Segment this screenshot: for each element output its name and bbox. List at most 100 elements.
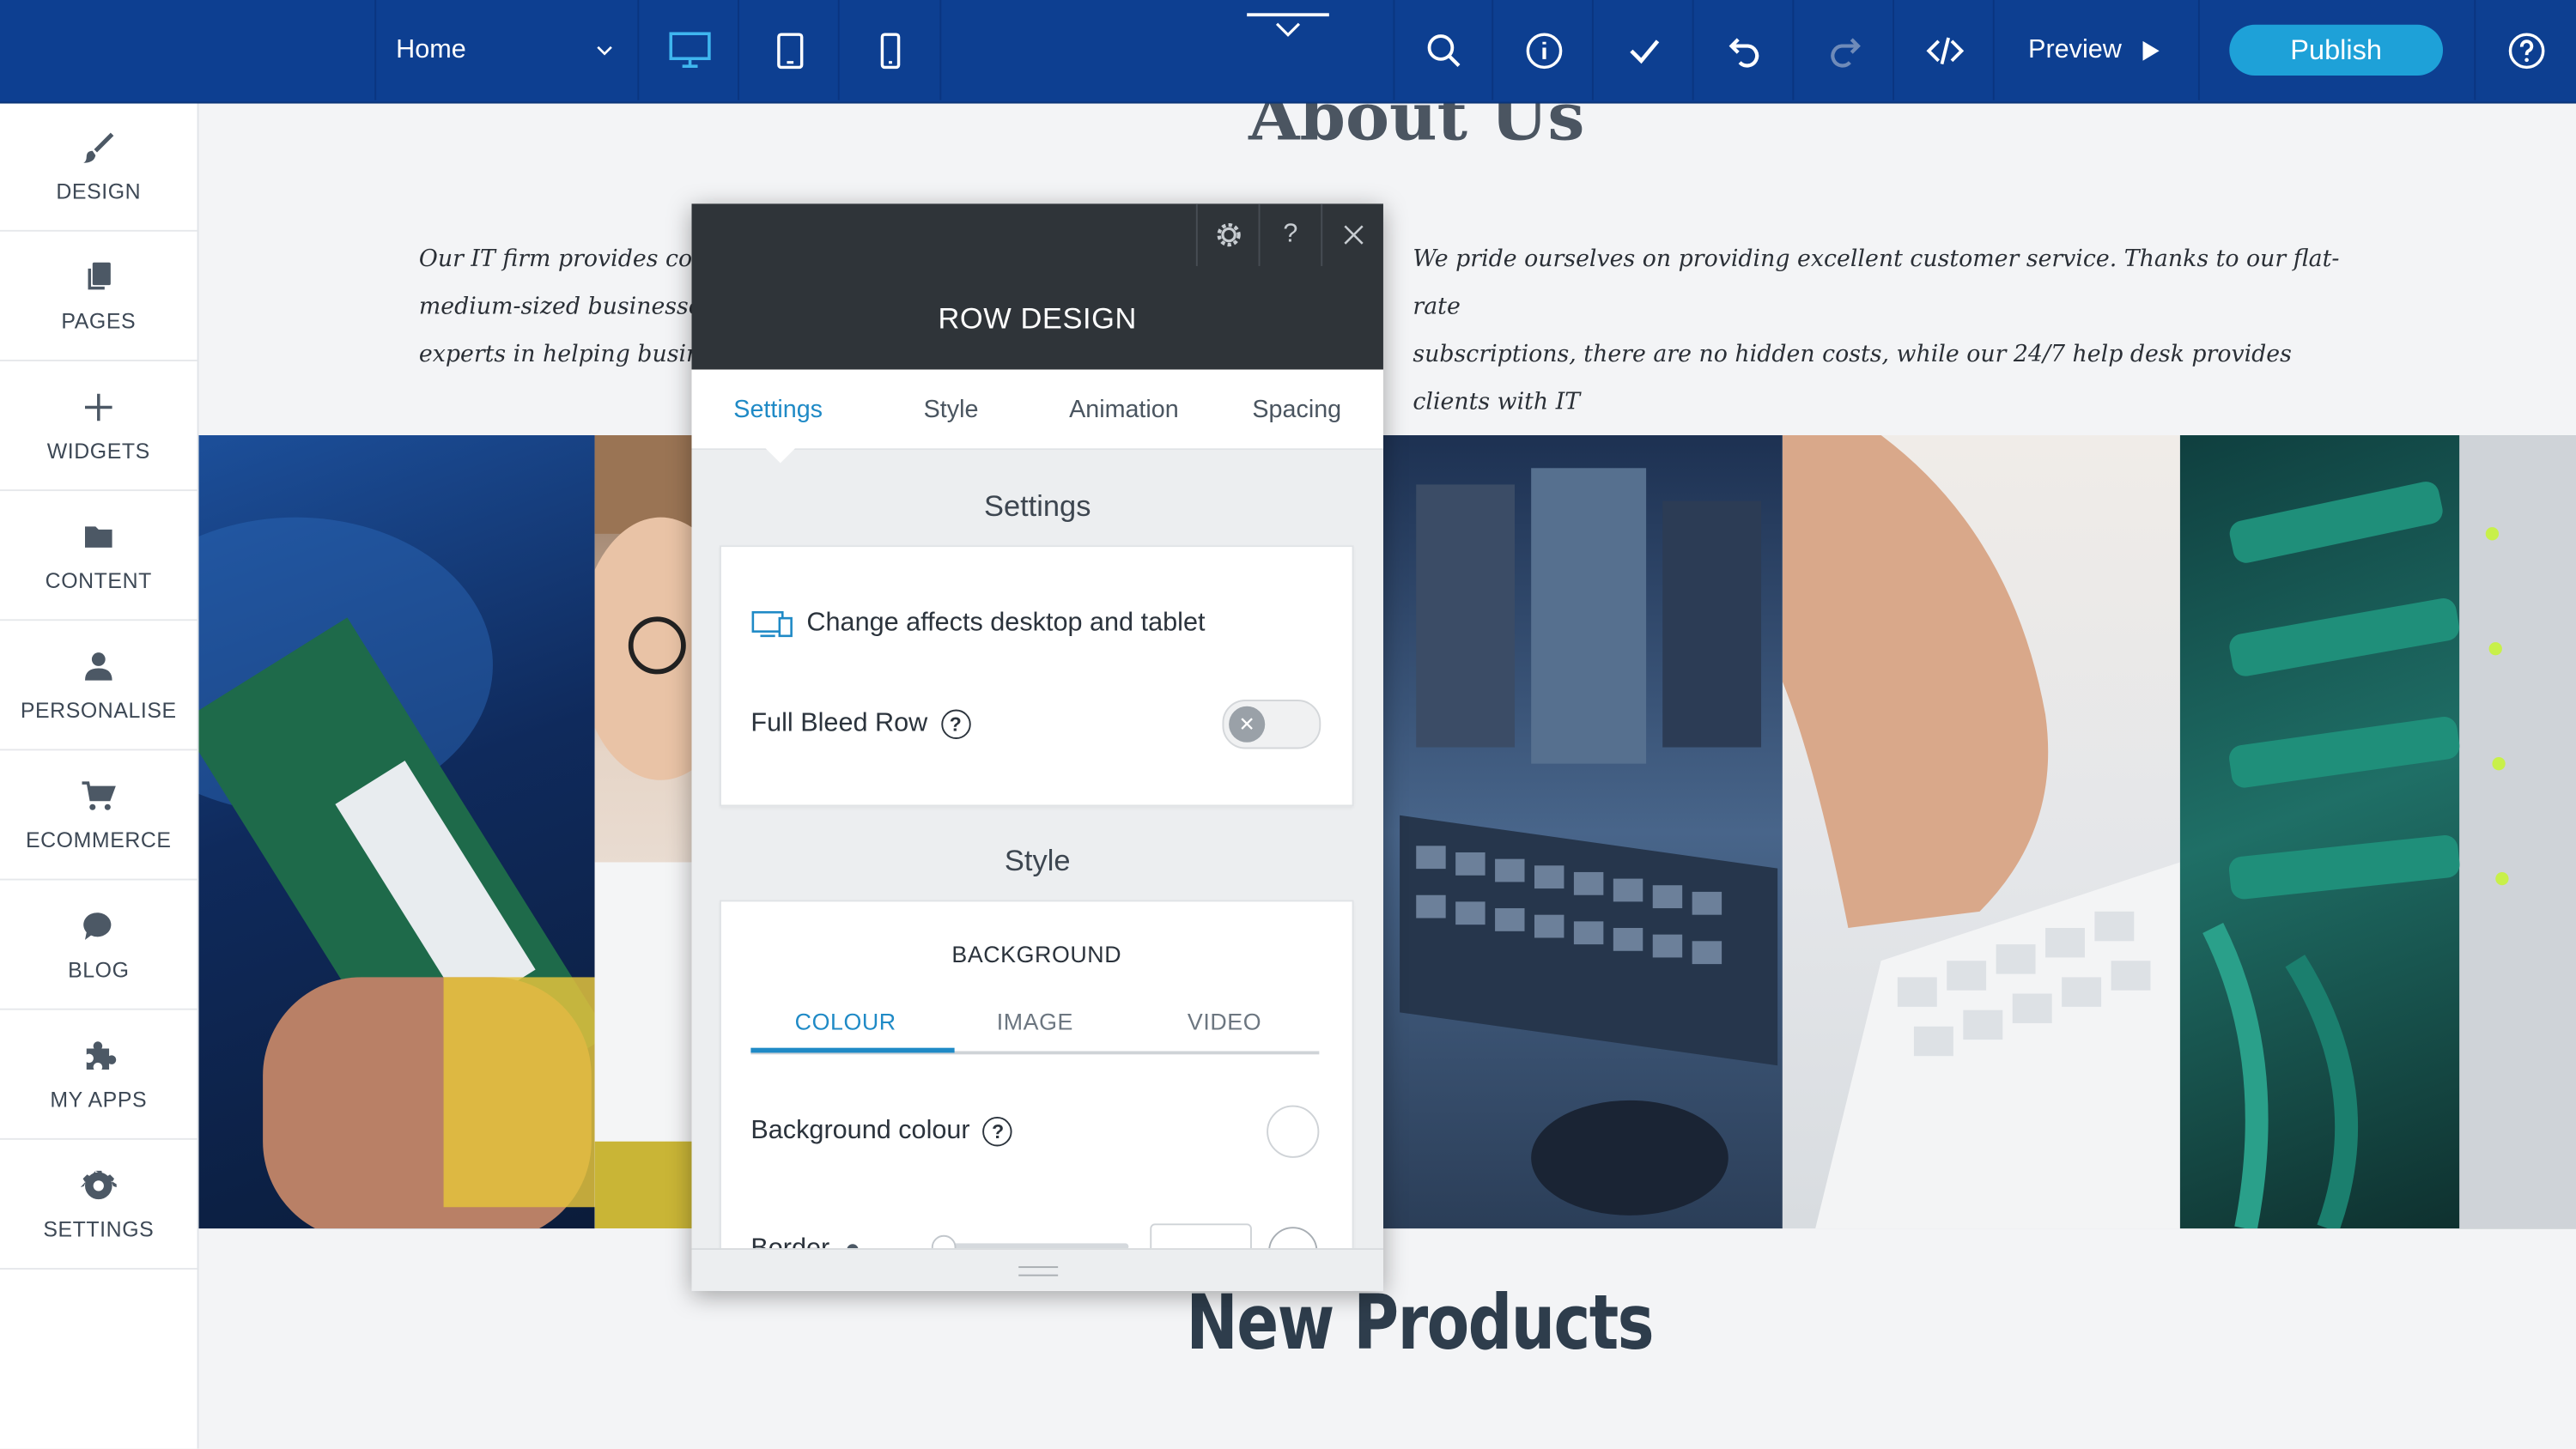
desktop-view-button[interactable] — [637, 0, 739, 100]
row-design-dialog: ? ROW DESIGN Settings Style Animation Sp… — [691, 203, 1383, 1291]
gallery-photo-network-cables[interactable] — [2179, 435, 2576, 1229]
sidebar-item-blog[interactable]: BLOG — [0, 881, 197, 1010]
settings-card: Change affects desktop and tablet Full B… — [720, 545, 1354, 807]
tab-style[interactable]: Style — [865, 369, 1037, 448]
background-card: BACKGROUND COLOUR IMAGE VIDEO Background… — [720, 900, 1354, 1291]
about-left-text: Our IT firm provides co medium-sized bus… — [419, 237, 698, 379]
dialog-header-icons: ? — [1195, 203, 1383, 266]
full-bleed-toggle[interactable]: ✕ — [1222, 700, 1321, 749]
person-photo-image — [594, 435, 694, 1229]
new-products-heading: New Products — [1186, 1277, 1654, 1367]
info-icon — [1525, 32, 1562, 69]
sidebar-item-personalise[interactable]: PERSONALISE — [0, 621, 197, 751]
grip-icon — [1018, 1266, 1058, 1276]
tablet-view-button[interactable] — [738, 0, 840, 100]
sidebar-item-content[interactable]: CONTENT — [0, 491, 197, 621]
dialog-help-button[interactable]: ? — [1258, 203, 1321, 266]
check-icon — [1629, 39, 1659, 64]
dialog-close-button[interactable] — [1321, 203, 1383, 266]
undo-icon — [1728, 37, 1759, 67]
preview-label: Preview — [2028, 35, 2122, 64]
page-select-value: Home — [396, 35, 466, 64]
image-gallery-row[interactable] — [197, 435, 2576, 1229]
plus-icon — [85, 392, 112, 421]
device-note-row: Change affects desktop and tablet — [750, 609, 1205, 639]
gallery-photo-typing[interactable] — [1782, 435, 2180, 1229]
sidebar-item-label: ECOMMERCE — [25, 827, 172, 852]
preview-button[interactable]: Preview — [1992, 0, 2200, 100]
gallery-photo-keyboards[interactable] — [1382, 435, 1783, 1229]
puzzle-icon — [86, 1040, 117, 1070]
sidebar-item-label: PAGES — [61, 307, 137, 333]
save-check-button[interactable] — [1591, 0, 1694, 100]
background-colour-row: Background colour ? — [750, 1117, 1013, 1147]
text-line: experts in helping businesses — [418, 341, 699, 368]
publish-label: Publish — [2290, 33, 2383, 65]
bg-tab-colour[interactable]: COLOUR — [750, 1009, 940, 1052]
mobile-icon — [879, 32, 900, 69]
gallery-photo-memory-chip[interactable] — [197, 435, 595, 1229]
help-icon[interactable]: ? — [940, 709, 970, 739]
gallery-photo-person[interactable] — [594, 435, 694, 1229]
sidebar-item-label: MY APPS — [50, 1086, 148, 1112]
collapse-toolbar-handle[interactable] — [1247, 0, 1329, 59]
play-icon — [2143, 39, 2160, 60]
brush-icon — [83, 131, 114, 162]
bg-tab-image[interactable]: IMAGE — [940, 1009, 1130, 1052]
text-line: Our IT firm provides co — [418, 246, 693, 273]
dialog-resize-handle[interactable] — [691, 1248, 1383, 1291]
tab-animation[interactable]: Animation — [1037, 369, 1210, 448]
memory-chip-image — [197, 517, 595, 1229]
tab-spacing[interactable]: Spacing — [1211, 369, 1383, 448]
close-icon: ✕ — [1229, 706, 1266, 743]
network-cables-image — [2202, 435, 2576, 1229]
sidebar-item-widgets[interactable]: WIDGETS — [0, 361, 197, 492]
chevron-down-icon — [597, 45, 612, 55]
redo-button[interactable] — [1792, 0, 1894, 100]
background-colour-picker[interactable] — [1267, 1105, 1320, 1158]
sidebar-item-settings[interactable]: SETTINGS — [0, 1140, 197, 1270]
sidebar-item-ecommerce[interactable]: ECOMMERCE — [0, 750, 197, 881]
text-line: We pride ourselves on providing excellen… — [1413, 246, 2340, 321]
page-selector[interactable]: Home — [374, 0, 635, 100]
gear-icon — [80, 1169, 117, 1199]
redo-icon — [1830, 37, 1860, 67]
left-sidebar: DESIGN PAGES WIDGETS CONTENT PERSONALISE… — [0, 101, 199, 1449]
sidebar-item-pages[interactable]: PAGES — [0, 232, 197, 361]
background-colour-label: Background colour — [750, 1117, 970, 1145]
active-tab-caret — [763, 446, 797, 464]
info-button[interactable] — [1492, 0, 1594, 100]
search-button[interactable] — [1393, 0, 1493, 100]
help-icon — [2508, 32, 2545, 69]
sidebar-item-label: DESIGN — [56, 178, 142, 203]
pages-icon — [88, 261, 111, 289]
undo-button[interactable] — [1692, 0, 1795, 100]
developer-code-button[interactable] — [1893, 0, 1995, 100]
top-toolbar: Home Preview Publish — [0, 0, 2576, 104]
chevron-down-icon — [1275, 22, 1301, 37]
sidebar-item-design[interactable]: DESIGN — [0, 102, 197, 232]
sidebar-item-label: WIDGETS — [46, 437, 150, 463]
cart-icon — [82, 780, 116, 809]
close-icon — [1343, 225, 1363, 245]
publish-button[interactable]: Publish — [2229, 24, 2444, 76]
full-bleed-label: Full Bleed Row — [750, 709, 928, 738]
settings-section-title: Settings — [983, 489, 1091, 523]
mobile-view-button[interactable] — [837, 0, 942, 100]
dialog-settings-button[interactable] — [1195, 203, 1259, 266]
style-section-title: Style — [1004, 844, 1071, 877]
help-button[interactable] — [2474, 0, 2576, 100]
bg-tab-video[interactable]: VIDEO — [1130, 1009, 1320, 1052]
typing-hands-image — [1782, 435, 2180, 1229]
code-icon — [1925, 36, 1964, 64]
sidebar-item-label: PERSONALISE — [20, 697, 177, 722]
folder-icon — [85, 525, 112, 547]
desktop-icon — [668, 31, 710, 67]
sidebar-item-my-apps[interactable]: MY APPS — [0, 1010, 197, 1140]
sidebar-item-label: BLOG — [68, 956, 130, 982]
sidebar-item-label: SETTINGS — [43, 1216, 155, 1241]
dialog-tabs: Settings Style Animation Spacing — [691, 369, 1383, 451]
help-icon[interactable]: ? — [982, 1117, 1013, 1147]
tab-settings[interactable]: Settings — [691, 369, 864, 448]
text-line: medium-sized businesses. W — [418, 294, 698, 321]
